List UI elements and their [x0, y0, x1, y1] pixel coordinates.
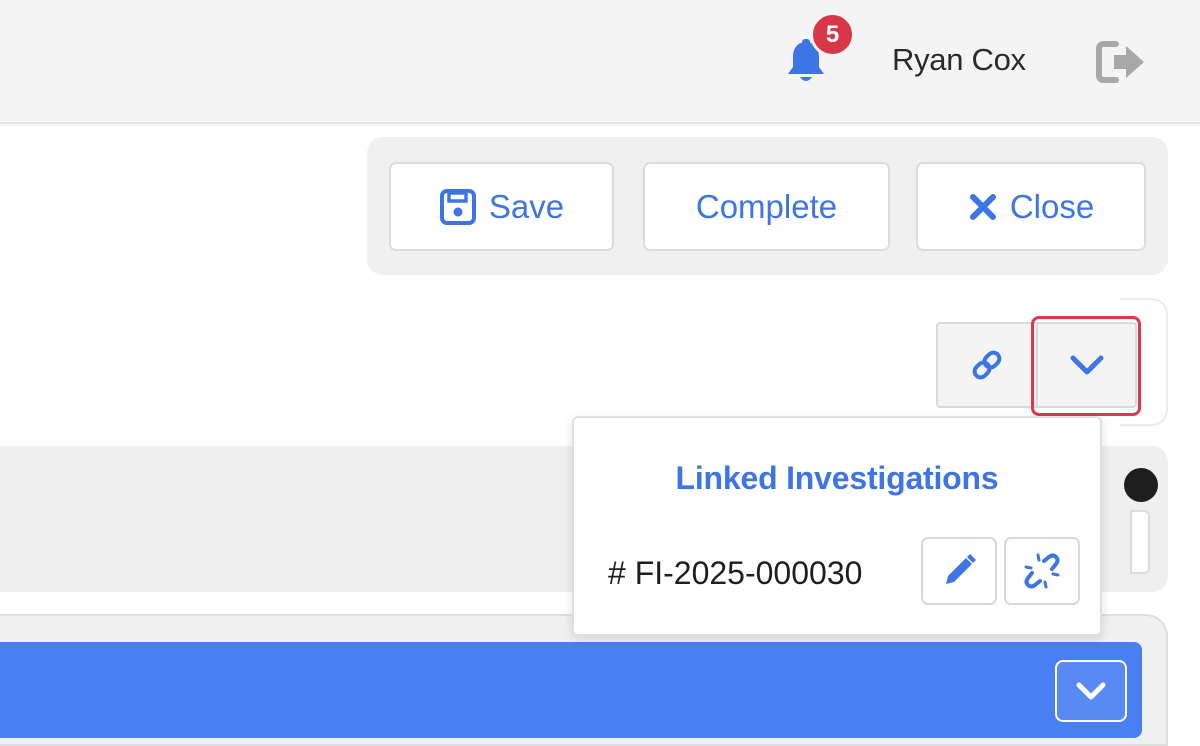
section-card-edge — [1130, 510, 1150, 574]
notification-count-badge: 5 — [810, 12, 855, 57]
save-button-label: Save — [488, 187, 565, 225]
edit-link-button[interactable] — [921, 537, 997, 605]
user-name[interactable]: Ryan Cox — [892, 42, 1026, 78]
unlink-button[interactable] — [1004, 537, 1080, 605]
complete-button-label: Complete — [695, 187, 838, 225]
link-button[interactable] — [938, 324, 1036, 406]
section-toggle-button[interactable] — [1055, 660, 1127, 722]
chevron-down-icon — [1076, 682, 1106, 700]
floppy-disk-icon — [439, 188, 476, 225]
link-icon — [972, 350, 1002, 380]
popover-title: Linked Investigations — [675, 460, 999, 496]
broken-link-icon — [1024, 553, 1060, 589]
close-button[interactable]: Close — [916, 162, 1146, 251]
complete-button[interactable]: Complete — [643, 162, 890, 251]
dark-badge — [1124, 468, 1158, 502]
logout-button[interactable] — [1096, 38, 1148, 86]
linked-investigation-id: # FI-2025-000030 — [608, 555, 863, 591]
expand-linked-button[interactable] — [1038, 324, 1135, 406]
section-header-bar — [0, 642, 1142, 738]
x-icon — [969, 193, 996, 220]
close-button-label: Close — [1009, 187, 1095, 225]
chevron-down-icon — [1070, 355, 1103, 375]
pencil-icon — [946, 554, 976, 584]
logout-icon — [1096, 41, 1144, 83]
save-button[interactable]: Save — [389, 162, 614, 251]
